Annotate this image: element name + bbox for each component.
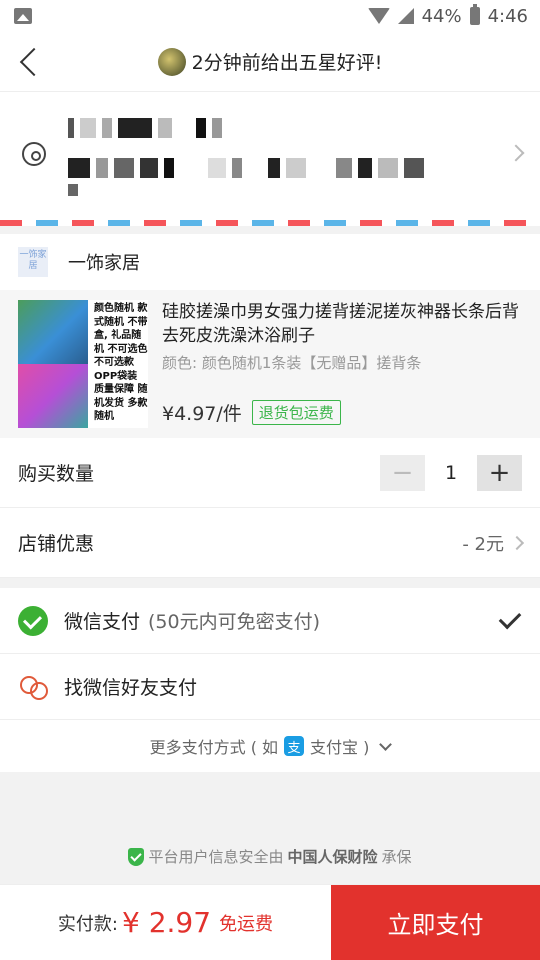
friends-icon	[18, 672, 48, 702]
discount-value: - 2元	[462, 533, 504, 555]
back-arrow-icon[interactable]	[18, 46, 48, 78]
product-spec: 颜色: 颜色随机1条装【无赠品】搓背条	[162, 354, 422, 372]
checkmark-icon	[498, 606, 522, 629]
more-payment-methods[interactable]: 更多支付方式 ( 如 支 支付宝 )	[0, 720, 540, 772]
decrease-button[interactable]: −	[380, 454, 425, 491]
shop-name: 一饰家居	[68, 253, 140, 274]
total-amount: ¥ 2.97	[122, 906, 212, 939]
chevron-right-icon	[509, 535, 525, 550]
quantity-stepper: − 1 +	[380, 454, 522, 491]
product-thumbnail: 颜色随机 款式随机 不带盒, 礼品随机 不可选色 不可选款 OPP袋装 质量保障…	[18, 300, 148, 428]
security-prefix: 平台用户信息安全由	[148, 848, 284, 866]
thumbnail-caption: 颜色随机 款式随机 不带盒, 礼品随机 不可选色 不可选款 OPP袋装 质量保障…	[94, 303, 148, 422]
payment-methods: 微信支付 (50元内可免密支付) 找微信好友支付 更多支付方式 ( 如 支 支付…	[0, 588, 540, 772]
checkout-bar: 实付款: ¥ 2.97 免运费 立即支付	[0, 884, 540, 960]
wechat-pay-icon	[18, 605, 48, 636]
shop-logo: 一饰家居	[18, 247, 48, 277]
total-summary: 实付款: ¥ 2.97 免运费	[0, 885, 331, 960]
battery-percent: 44%	[421, 5, 462, 27]
product-photo-top	[18, 300, 88, 364]
wifi-icon	[367, 8, 390, 24]
quantity-label: 购买数量	[18, 463, 95, 485]
alipay-label: 支付宝 )	[310, 738, 370, 757]
quantity-value[interactable]: 1	[425, 462, 477, 484]
clock: 4:46	[487, 5, 528, 27]
chevron-down-icon	[379, 737, 393, 751]
wechat-pay-note: (50元内可免密支付)	[148, 611, 321, 633]
security-suffix: 承保	[381, 848, 412, 866]
product-photo-bottom	[18, 364, 88, 428]
battery-icon	[469, 4, 480, 25]
redacted-recipient-name	[68, 118, 222, 138]
security-notice: 平台用户信息安全由 中国人保财险 承保	[0, 846, 540, 867]
page-title: 2分钟前给出五星好评!	[191, 52, 383, 74]
more-payment-label: 更多支付方式 ( 如	[149, 738, 279, 757]
signal-icon	[397, 8, 414, 24]
return-shipping-badge: 退货包运费	[251, 400, 341, 425]
envelope-stripe	[0, 220, 540, 226]
product-price: ¥4.97/件	[162, 403, 242, 425]
discount-label: 店铺优惠	[18, 533, 95, 555]
increase-button[interactable]: +	[477, 454, 522, 491]
alipay-icon: 支	[284, 736, 305, 756]
quantity-row: 购买数量 − 1 +	[0, 438, 540, 508]
product-title: 硅胶搓澡巾男女强力搓背搓泥搓灰神器长条后背去死皮洗澡沐浴刷子	[162, 302, 519, 346]
shield-icon	[128, 847, 145, 866]
product-info: 硅胶搓澡巾男女强力搓背搓泥搓灰神器长条后背去死皮洗澡沐浴刷子 颜色: 颜色随机1…	[162, 300, 528, 428]
pay-now-button[interactable]: 立即支付	[331, 885, 540, 960]
wechat-pay-label: 微信支付	[64, 611, 141, 633]
insurer-name: 中国人保财险	[287, 848, 378, 866]
review-banner: 2分钟前给出五星好评!	[157, 47, 383, 76]
total-label: 实付款:	[57, 913, 118, 935]
product-item[interactable]: 颜色随机 款式随机 不带盒, 礼品随机 不可选色 不可选款 OPP袋装 质量保障…	[0, 290, 540, 438]
shop-header[interactable]: 一饰家居 一饰家居	[0, 234, 540, 290]
location-pin-icon	[22, 142, 46, 166]
friend-pay-label: 找微信好友支付	[64, 677, 198, 699]
image-notification-icon	[14, 8, 32, 24]
free-shipping-label: 免运费	[219, 913, 274, 935]
redacted-address-line	[68, 158, 424, 178]
status-bar: 44% 4:46	[0, 0, 540, 32]
top-nav: 2分钟前给出五星好评!	[0, 32, 540, 92]
redacted-address-line-2	[68, 184, 78, 196]
address-card[interactable]	[0, 92, 540, 220]
chevron-right-icon	[507, 144, 525, 162]
friend-pay-option[interactable]: 找微信好友支付	[0, 654, 540, 720]
wechat-pay-option[interactable]: 微信支付 (50元内可免密支付)	[0, 588, 540, 654]
shop-discount-row[interactable]: 店铺优惠 - 2元	[0, 508, 540, 578]
reviewer-avatar	[157, 47, 186, 76]
